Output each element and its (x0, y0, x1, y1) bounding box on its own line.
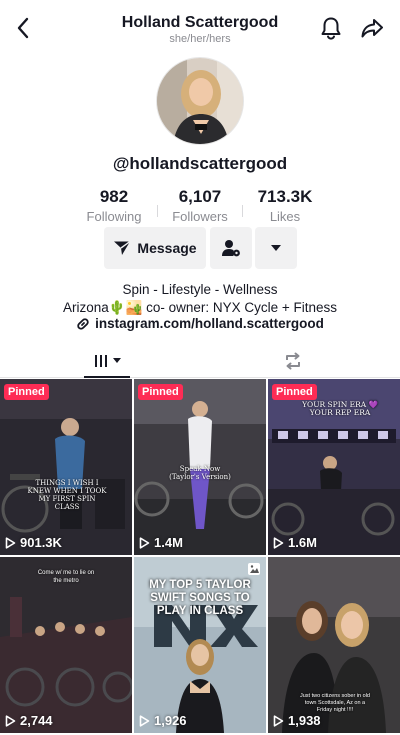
play-icon (5, 536, 16, 549)
view-count: 1,938 (273, 713, 321, 728)
content-tabs (0, 343, 400, 378)
username: @hollandscattergood (112, 154, 288, 173)
profile-actions: Message (0, 227, 400, 269)
tab-videos[interactable] (84, 343, 130, 378)
message-label: Message (137, 240, 197, 256)
profile-stats: 982 Following 6,107 Followers 713.3K Lik… (0, 187, 400, 224)
pinned-badge: Pinned (4, 384, 49, 400)
video-thumbnail[interactable]: Pinned Speak Now (Taylor's Version) 1.4M (134, 379, 266, 555)
video-caption: MY TOP 5 TAYLOR SWIFT SONGS TO PLAY IN C… (149, 579, 251, 617)
add-friend-button[interactable] (210, 227, 252, 269)
video-thumbnail[interactable]: Just two citizens sober in old town Scot… (268, 557, 400, 733)
add-friend-icon (222, 240, 240, 257)
link-icon (77, 317, 89, 330)
dropdown-icon (271, 245, 281, 251)
back-icon (17, 17, 29, 39)
stat-value: 982 (99, 187, 129, 206)
video-caption: Come w/ me to lie on the metro (37, 570, 95, 584)
view-count-value: 901.3K (20, 535, 62, 550)
view-count: 1.6M (273, 535, 317, 550)
view-count-value: 2,744 (20, 713, 53, 728)
videos-grid-icon (94, 354, 107, 367)
stat-following[interactable]: 982 Following (64, 187, 164, 224)
video-thumbnail[interactable]: Pinned YOUR SPIN ERA 💜 YOUR REP ERA 1.6M (268, 379, 400, 555)
video-thumbnail[interactable]: MY TOP 5 TAYLOR SWIFT SONGS TO PLAY IN C… (134, 557, 266, 733)
stat-divider (242, 205, 243, 217)
view-count-value: 1,926 (154, 713, 187, 728)
share-button[interactable] (358, 14, 386, 42)
view-count-value: 1,938 (288, 713, 321, 728)
chevron-down-icon (112, 357, 121, 363)
video-caption: THINGS I WISH I KNEW WHEN I TOOK MY FIRS… (27, 479, 107, 511)
active-tab-indicator (84, 376, 130, 378)
stat-label: Following (86, 209, 142, 224)
share-icon (361, 19, 383, 38)
bell-icon (321, 17, 341, 40)
video-caption: Just two citizens sober in old town Scot… (299, 693, 370, 713)
bio-line: Arizona🌵🏜️ co- owner: NYX Cycle + Fitnes… (62, 300, 338, 315)
video-caption: Speak Now (Taylor's Version) (169, 465, 231, 481)
profile-link-text: instagram.com/holland.scattergood (95, 316, 324, 331)
video-thumbnail[interactable]: Come w/ me to lie on the metro 2,744 (0, 557, 132, 733)
play-icon (5, 714, 16, 727)
title-block: Holland Scattergood she/her/hers (60, 13, 340, 45)
view-count: 1.4M (139, 535, 183, 550)
bio-line: Spin - Lifestyle - Wellness (122, 282, 278, 297)
repost-icon (286, 352, 300, 369)
notifications-button[interactable] (318, 14, 344, 42)
play-icon (139, 536, 150, 549)
avatar[interactable] (156, 57, 244, 145)
page-title: Holland Scattergood (121, 14, 279, 31)
video-grid: Pinned THINGS I WISH I KNEW WHEN I TOOK … (0, 379, 400, 735)
message-icon (114, 240, 131, 255)
view-count: 901.3K (5, 535, 62, 550)
pronouns: she/her/hers (169, 33, 231, 45)
pinned-badge: Pinned (272, 384, 317, 400)
pinned-badge: Pinned (138, 384, 183, 400)
video-thumbnail[interactable]: Pinned THINGS I WISH I KNEW WHEN I TOOK … (0, 379, 132, 555)
stat-value: 713.3K (257, 187, 313, 206)
view-count: 1,926 (139, 713, 187, 728)
play-icon (273, 536, 284, 549)
more-options-button[interactable] (255, 227, 297, 269)
view-count: 2,744 (5, 713, 53, 728)
thumbnail-image (0, 379, 132, 555)
play-icon (139, 714, 150, 727)
bio: Spin - Lifestyle - Wellness Arizona🌵🏜️ c… (0, 281, 400, 316)
profile-header: Holland Scattergood she/her/hers (0, 0, 400, 52)
message-button[interactable]: Message (104, 227, 206, 269)
play-icon (273, 714, 284, 727)
view-count-value: 1.4M (154, 535, 183, 550)
stat-divider (157, 205, 158, 217)
video-caption: YOUR SPIN ERA 💜 YOUR REP ERA (302, 400, 378, 417)
stat-likes[interactable]: 713.3K Likes (235, 187, 335, 224)
profile-link[interactable]: instagram.com/holland.scattergood (0, 316, 400, 331)
tab-reposts[interactable] (270, 343, 316, 378)
back-button[interactable] (10, 14, 36, 42)
view-count-value: 1.6M (288, 535, 317, 550)
stat-label: Likes (269, 209, 301, 224)
